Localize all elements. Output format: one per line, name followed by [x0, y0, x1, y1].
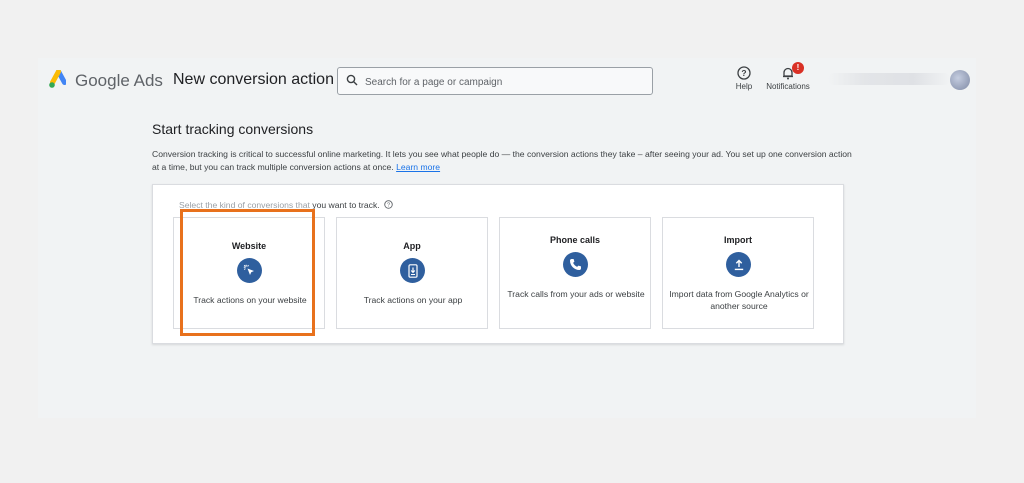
- description-text: Conversion tracking is critical to succe…: [152, 149, 852, 172]
- conversion-kind-prompt: Select the kind of conversions that you …: [179, 200, 393, 210]
- option-import[interactable]: Import Import data from Google Analytics…: [662, 217, 814, 329]
- notifications-label: Notifications: [766, 82, 810, 91]
- info-help-icon[interactable]: ?: [384, 200, 393, 209]
- svg-text:?: ?: [741, 68, 746, 78]
- brand-name[interactable]: Google Ads: [75, 71, 163, 91]
- section-title: Start tracking conversions: [152, 121, 314, 137]
- prompt-obscured-text: Select the kind of conversions that: [179, 200, 310, 210]
- option-website[interactable]: Website Track actions on your website: [173, 217, 325, 329]
- search-input[interactable]: [363, 71, 647, 93]
- option-import-description: Import data from Google Analytics or ano…: [669, 289, 809, 311]
- google-ads-logo-icon[interactable]: [48, 70, 66, 90]
- help-circle-icon: ?: [737, 66, 751, 80]
- avatar[interactable]: [950, 70, 970, 90]
- page-title: New conversion action: [173, 71, 334, 88]
- option-website-title: Website: [231, 241, 267, 251]
- notifications-button[interactable]: ! Notifications: [762, 62, 814, 91]
- option-phone-calls-title: Phone calls: [549, 235, 601, 245]
- option-phone-calls-description: Track calls from your ads or website: [507, 289, 645, 299]
- option-import-title: Import: [724, 235, 752, 245]
- search-box[interactable]: [337, 67, 653, 95]
- prompt-text: you want to track.: [312, 200, 380, 210]
- description: Conversion tracking is critical to succe…: [152, 148, 852, 174]
- search-icon: [346, 74, 358, 86]
- option-app-title: App: [403, 241, 421, 251]
- account-name-blurred[interactable]: [828, 73, 950, 85]
- phone-icon: [563, 252, 588, 277]
- notification-badge: !: [792, 62, 804, 74]
- cursor-click-icon: [237, 258, 262, 283]
- help-label: Help: [735, 82, 753, 91]
- help-button[interactable]: ? Help: [732, 66, 756, 91]
- option-app[interactable]: App Track actions on your app: [336, 217, 488, 329]
- upload-icon: [726, 252, 751, 277]
- option-app-description: Track actions on your app: [363, 295, 463, 305]
- learn-more-link[interactable]: Learn more: [396, 162, 440, 172]
- google-ads-window: Google Ads New conversion action ? Help …: [38, 58, 976, 418]
- option-phone-calls[interactable]: Phone calls Track calls from your ads or…: [499, 217, 651, 329]
- option-website-description: Track actions on your website: [193, 295, 307, 305]
- conversion-type-card: Select the kind of conversions that you …: [152, 184, 844, 344]
- mobile-download-icon: [400, 258, 425, 283]
